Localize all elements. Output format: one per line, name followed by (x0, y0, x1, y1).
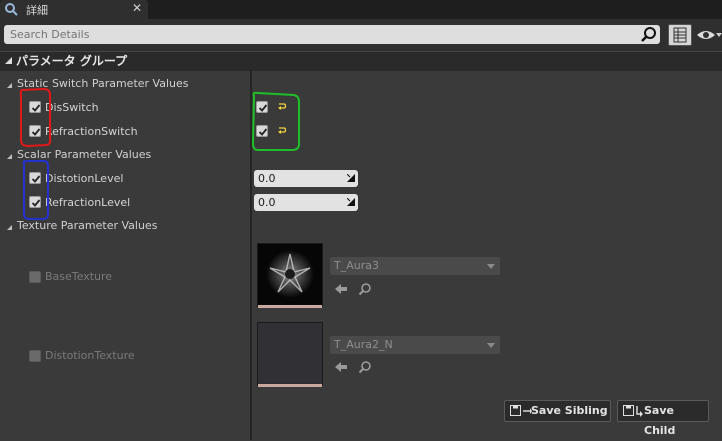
annotation-green-box (251, 91, 300, 151)
annotation-red-box (19, 87, 52, 148)
annotation-blue-box (22, 160, 49, 220)
annotation-overlay (19, 87, 300, 220)
